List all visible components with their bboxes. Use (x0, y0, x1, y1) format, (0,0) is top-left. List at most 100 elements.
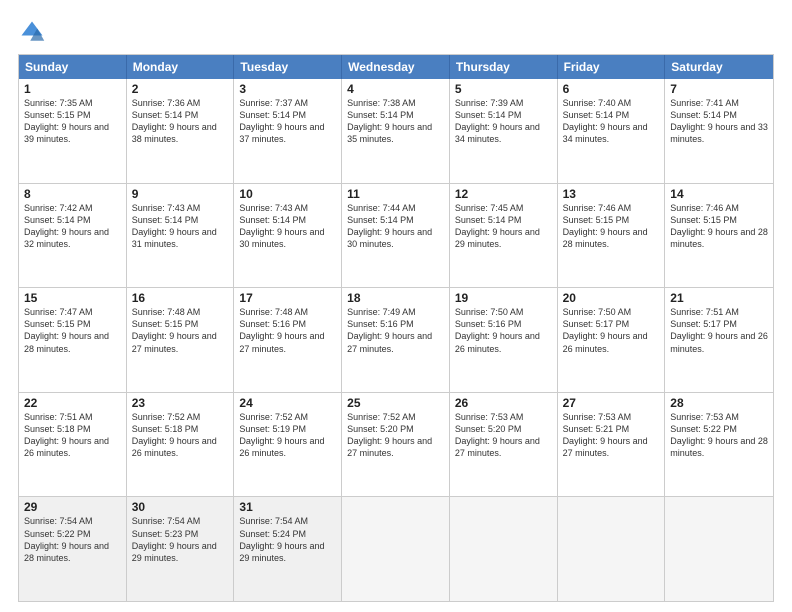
calendar-cell (342, 497, 450, 601)
logo (18, 18, 50, 46)
day-number: 22 (24, 396, 121, 410)
calendar-row: 29 Sunrise: 7:54 AM Sunset: 5:22 PM Dayl… (19, 496, 773, 601)
day-number: 10 (239, 187, 336, 201)
cell-info: Sunrise: 7:37 AM Sunset: 5:14 PM Dayligh… (239, 97, 336, 146)
calendar-cell: 25 Sunrise: 7:52 AM Sunset: 5:20 PM Dayl… (342, 393, 450, 497)
calendar-cell: 29 Sunrise: 7:54 AM Sunset: 5:22 PM Dayl… (19, 497, 127, 601)
calendar-cell: 8 Sunrise: 7:42 AM Sunset: 5:14 PM Dayli… (19, 184, 127, 288)
calendar-cell: 30 Sunrise: 7:54 AM Sunset: 5:23 PM Dayl… (127, 497, 235, 601)
cell-info: Sunrise: 7:44 AM Sunset: 5:14 PM Dayligh… (347, 202, 444, 251)
day-number: 21 (670, 291, 768, 305)
calendar-cell: 11 Sunrise: 7:44 AM Sunset: 5:14 PM Dayl… (342, 184, 450, 288)
cell-info: Sunrise: 7:47 AM Sunset: 5:15 PM Dayligh… (24, 306, 121, 355)
day-number: 4 (347, 82, 444, 96)
cell-info: Sunrise: 7:53 AM Sunset: 5:22 PM Dayligh… (670, 411, 768, 460)
calendar-cell: 14 Sunrise: 7:46 AM Sunset: 5:15 PM Dayl… (665, 184, 773, 288)
day-number: 30 (132, 500, 229, 514)
calendar-cell (450, 497, 558, 601)
cell-info: Sunrise: 7:54 AM Sunset: 5:23 PM Dayligh… (132, 515, 229, 564)
cell-info: Sunrise: 7:52 AM Sunset: 5:19 PM Dayligh… (239, 411, 336, 460)
weekday-header: Tuesday (234, 55, 342, 79)
calendar-cell: 4 Sunrise: 7:38 AM Sunset: 5:14 PM Dayli… (342, 79, 450, 183)
day-number: 12 (455, 187, 552, 201)
cell-info: Sunrise: 7:52 AM Sunset: 5:20 PM Dayligh… (347, 411, 444, 460)
day-number: 13 (563, 187, 660, 201)
cell-info: Sunrise: 7:35 AM Sunset: 5:15 PM Dayligh… (24, 97, 121, 146)
cell-info: Sunrise: 7:39 AM Sunset: 5:14 PM Dayligh… (455, 97, 552, 146)
calendar-cell: 19 Sunrise: 7:50 AM Sunset: 5:16 PM Dayl… (450, 288, 558, 392)
weekday-header: Wednesday (342, 55, 450, 79)
day-number: 23 (132, 396, 229, 410)
calendar-cell: 2 Sunrise: 7:36 AM Sunset: 5:14 PM Dayli… (127, 79, 235, 183)
calendar-cell (558, 497, 666, 601)
calendar-cell: 7 Sunrise: 7:41 AM Sunset: 5:14 PM Dayli… (665, 79, 773, 183)
day-number: 16 (132, 291, 229, 305)
cell-info: Sunrise: 7:42 AM Sunset: 5:14 PM Dayligh… (24, 202, 121, 251)
cell-info: Sunrise: 7:46 AM Sunset: 5:15 PM Dayligh… (670, 202, 768, 251)
weekday-header: Thursday (450, 55, 558, 79)
calendar-cell: 18 Sunrise: 7:49 AM Sunset: 5:16 PM Dayl… (342, 288, 450, 392)
cell-info: Sunrise: 7:51 AM Sunset: 5:18 PM Dayligh… (24, 411, 121, 460)
calendar-cell: 23 Sunrise: 7:52 AM Sunset: 5:18 PM Dayl… (127, 393, 235, 497)
day-number: 24 (239, 396, 336, 410)
header (18, 18, 774, 46)
cell-info: Sunrise: 7:36 AM Sunset: 5:14 PM Dayligh… (132, 97, 229, 146)
calendar-cell: 13 Sunrise: 7:46 AM Sunset: 5:15 PM Dayl… (558, 184, 666, 288)
calendar-header: SundayMondayTuesdayWednesdayThursdayFrid… (19, 55, 773, 79)
cell-info: Sunrise: 7:50 AM Sunset: 5:16 PM Dayligh… (455, 306, 552, 355)
day-number: 5 (455, 82, 552, 96)
calendar-cell: 3 Sunrise: 7:37 AM Sunset: 5:14 PM Dayli… (234, 79, 342, 183)
cell-info: Sunrise: 7:50 AM Sunset: 5:17 PM Dayligh… (563, 306, 660, 355)
calendar-cell: 5 Sunrise: 7:39 AM Sunset: 5:14 PM Dayli… (450, 79, 558, 183)
calendar-cell: 31 Sunrise: 7:54 AM Sunset: 5:24 PM Dayl… (234, 497, 342, 601)
calendar-cell: 24 Sunrise: 7:52 AM Sunset: 5:19 PM Dayl… (234, 393, 342, 497)
calendar: SundayMondayTuesdayWednesdayThursdayFrid… (18, 54, 774, 602)
cell-info: Sunrise: 7:46 AM Sunset: 5:15 PM Dayligh… (563, 202, 660, 251)
weekday-header: Sunday (19, 55, 127, 79)
calendar-cell (665, 497, 773, 601)
day-number: 25 (347, 396, 444, 410)
day-number: 18 (347, 291, 444, 305)
calendar-cell: 21 Sunrise: 7:51 AM Sunset: 5:17 PM Dayl… (665, 288, 773, 392)
calendar-row: 1 Sunrise: 7:35 AM Sunset: 5:15 PM Dayli… (19, 79, 773, 183)
calendar-cell: 22 Sunrise: 7:51 AM Sunset: 5:18 PM Dayl… (19, 393, 127, 497)
calendar-cell: 9 Sunrise: 7:43 AM Sunset: 5:14 PM Dayli… (127, 184, 235, 288)
calendar-cell: 20 Sunrise: 7:50 AM Sunset: 5:17 PM Dayl… (558, 288, 666, 392)
day-number: 19 (455, 291, 552, 305)
cell-info: Sunrise: 7:38 AM Sunset: 5:14 PM Dayligh… (347, 97, 444, 146)
day-number: 6 (563, 82, 660, 96)
cell-info: Sunrise: 7:53 AM Sunset: 5:20 PM Dayligh… (455, 411, 552, 460)
logo-icon (18, 18, 46, 46)
day-number: 20 (563, 291, 660, 305)
weekday-header: Monday (127, 55, 235, 79)
calendar-body: 1 Sunrise: 7:35 AM Sunset: 5:15 PM Dayli… (19, 79, 773, 601)
calendar-cell: 1 Sunrise: 7:35 AM Sunset: 5:15 PM Dayli… (19, 79, 127, 183)
calendar-row: 15 Sunrise: 7:47 AM Sunset: 5:15 PM Dayl… (19, 287, 773, 392)
day-number: 15 (24, 291, 121, 305)
calendar-cell: 28 Sunrise: 7:53 AM Sunset: 5:22 PM Dayl… (665, 393, 773, 497)
day-number: 9 (132, 187, 229, 201)
calendar-cell: 26 Sunrise: 7:53 AM Sunset: 5:20 PM Dayl… (450, 393, 558, 497)
cell-info: Sunrise: 7:54 AM Sunset: 5:24 PM Dayligh… (239, 515, 336, 564)
cell-info: Sunrise: 7:43 AM Sunset: 5:14 PM Dayligh… (239, 202, 336, 251)
calendar-cell: 16 Sunrise: 7:48 AM Sunset: 5:15 PM Dayl… (127, 288, 235, 392)
day-number: 27 (563, 396, 660, 410)
calendar-cell: 12 Sunrise: 7:45 AM Sunset: 5:14 PM Dayl… (450, 184, 558, 288)
calendar-row: 8 Sunrise: 7:42 AM Sunset: 5:14 PM Dayli… (19, 183, 773, 288)
weekday-header: Saturday (665, 55, 773, 79)
cell-info: Sunrise: 7:48 AM Sunset: 5:15 PM Dayligh… (132, 306, 229, 355)
cell-info: Sunrise: 7:45 AM Sunset: 5:14 PM Dayligh… (455, 202, 552, 251)
day-number: 8 (24, 187, 121, 201)
cell-info: Sunrise: 7:43 AM Sunset: 5:14 PM Dayligh… (132, 202, 229, 251)
cell-info: Sunrise: 7:48 AM Sunset: 5:16 PM Dayligh… (239, 306, 336, 355)
page: SundayMondayTuesdayWednesdayThursdayFrid… (0, 0, 792, 612)
cell-info: Sunrise: 7:53 AM Sunset: 5:21 PM Dayligh… (563, 411, 660, 460)
day-number: 2 (132, 82, 229, 96)
day-number: 17 (239, 291, 336, 305)
day-number: 29 (24, 500, 121, 514)
day-number: 31 (239, 500, 336, 514)
calendar-cell: 10 Sunrise: 7:43 AM Sunset: 5:14 PM Dayl… (234, 184, 342, 288)
day-number: 26 (455, 396, 552, 410)
calendar-cell: 15 Sunrise: 7:47 AM Sunset: 5:15 PM Dayl… (19, 288, 127, 392)
day-number: 11 (347, 187, 444, 201)
